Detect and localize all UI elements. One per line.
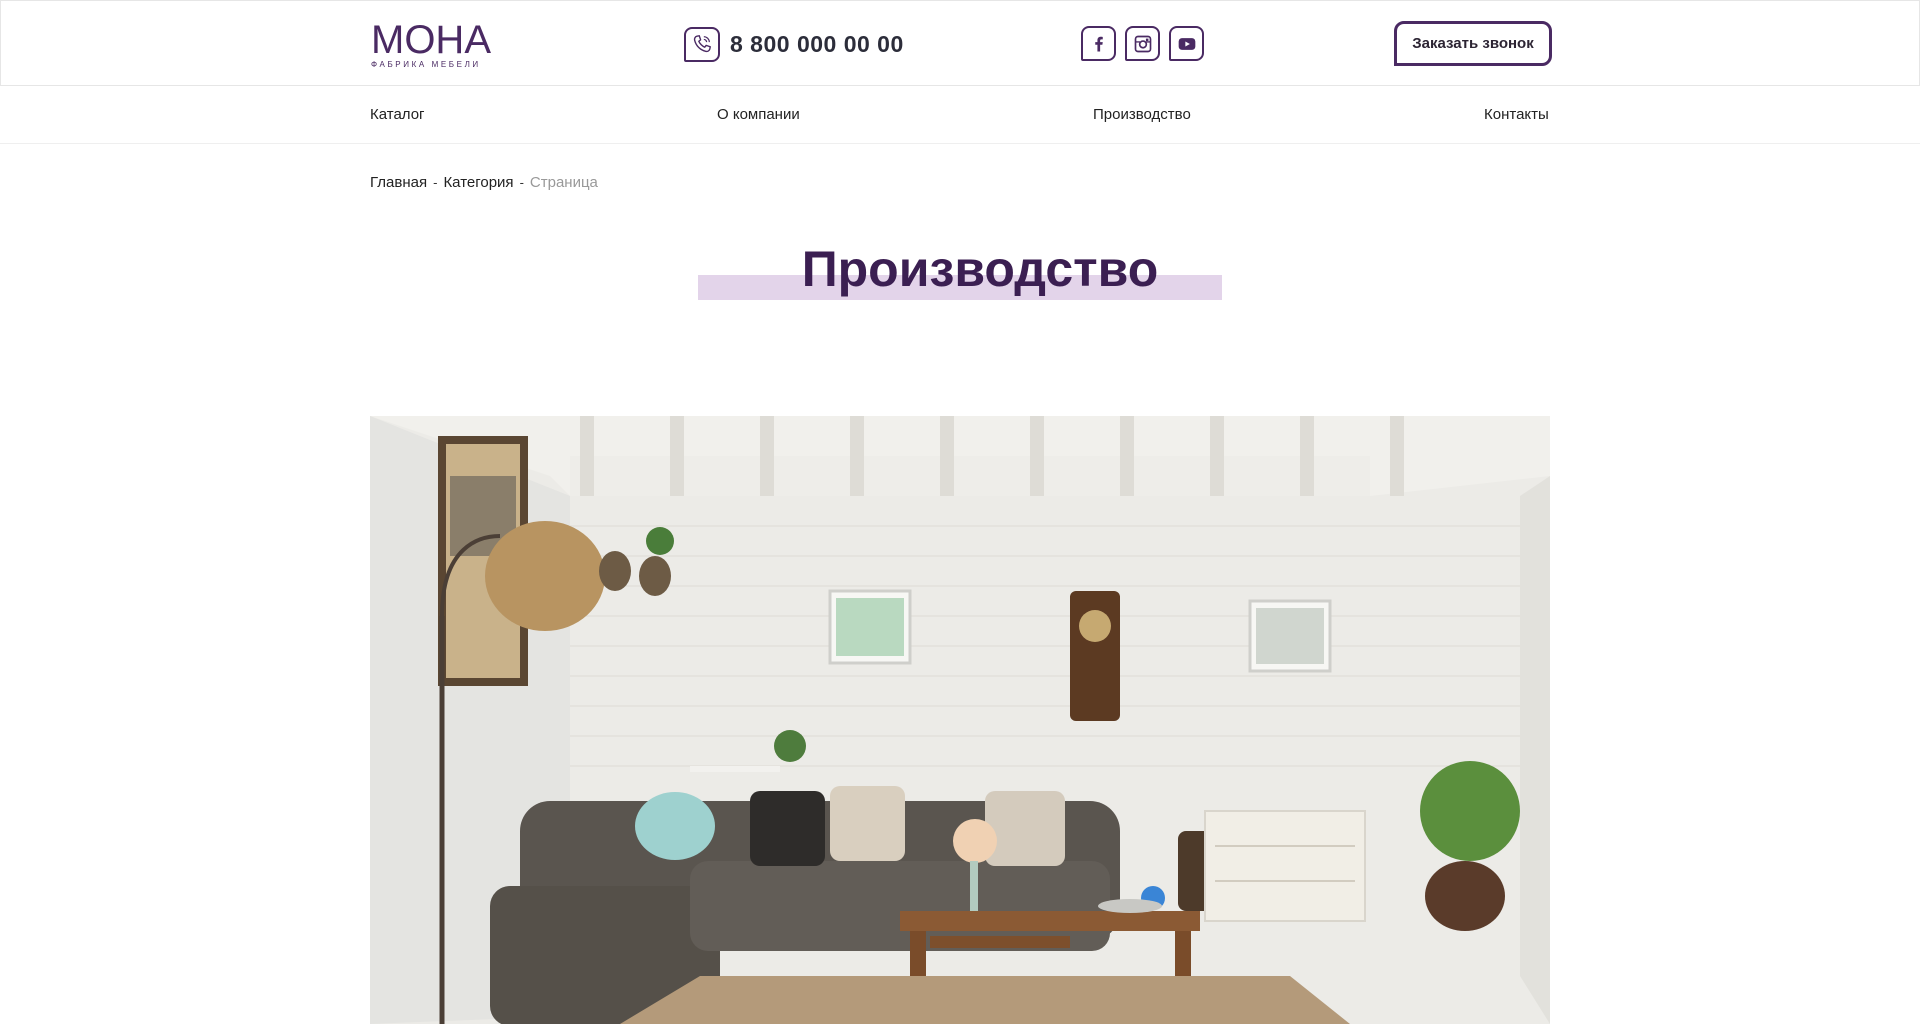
breadcrumb-separator: - [519,175,524,190]
hero-image [370,416,1550,1024]
phone-number[interactable]: 8 800 000 00 00 [730,31,904,58]
nav-item-contacts[interactable]: Контакты [1484,106,1549,123]
nav-item-about[interactable]: О компании [717,106,800,123]
living-room-illustration [370,416,1550,1024]
phone-icon [684,26,720,62]
instagram-icon[interactable] [1125,26,1160,61]
logo[interactable]: МОНА ФАБРИКА МЕБЕЛИ [371,18,507,69]
facebook-icon[interactable] [1081,26,1116,61]
breadcrumb-home[interactable]: Главная [370,174,427,191]
social-links [1081,26,1204,61]
callback-button[interactable]: Заказать звонок [1394,21,1552,66]
main-nav: Каталог О компании Производство Контакты [0,86,1920,144]
breadcrumb-category[interactable]: Категория [443,174,513,191]
breadcrumb-current: Страница [529,174,598,191]
nav-item-catalog[interactable]: Каталог [370,106,425,123]
logo-name: МОНА [371,18,491,62]
breadcrumb-separator: - [433,175,438,190]
nav-item-production[interactable]: Производство [1093,106,1191,123]
youtube-icon[interactable] [1169,26,1204,61]
page-title: Производство [801,241,1159,297]
top-header: МОНА ФАБРИКА МЕБЕЛИ 8 800 000 00 00 Зака… [0,0,1920,86]
breadcrumb: Главная - Категория - Страница [370,174,598,191]
phone-block[interactable]: 8 800 000 00 00 [684,26,904,62]
page-title-block: Производство [698,238,1222,300]
